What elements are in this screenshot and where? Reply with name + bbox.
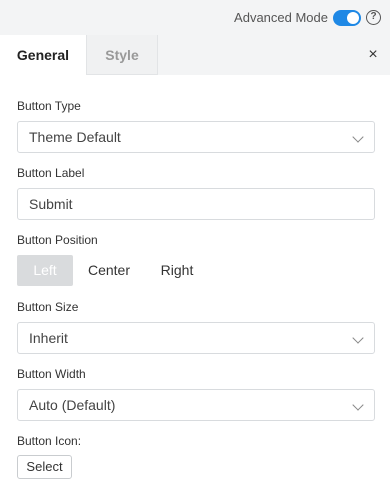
button-width-select[interactable]: Auto (Default) xyxy=(17,389,375,421)
button-width-label: Button Width xyxy=(17,367,86,381)
tab-style[interactable]: Style xyxy=(86,35,158,75)
toggle-knob xyxy=(347,12,359,24)
help-icon[interactable]: ? xyxy=(366,10,381,25)
button-type-select[interactable]: Theme Default xyxy=(17,121,375,153)
button-type-label: Button Type xyxy=(17,99,81,113)
button-size-value: Inherit xyxy=(29,330,68,346)
button-label-input[interactable]: Submit xyxy=(17,188,375,220)
position-right-button[interactable]: Right xyxy=(145,255,209,286)
position-center-button[interactable]: Center xyxy=(75,255,143,286)
button-position-label: Button Position xyxy=(17,233,98,247)
close-icon[interactable]: × xyxy=(363,46,383,64)
button-size-select[interactable]: Inherit xyxy=(17,322,375,354)
advanced-mode-label: Advanced Mode xyxy=(234,10,328,25)
button-type-value: Theme Default xyxy=(29,129,121,145)
button-label-value: Submit xyxy=(29,196,73,212)
button-label-label: Button Label xyxy=(17,166,85,180)
advanced-mode-toggle[interactable] xyxy=(333,10,361,26)
tab-general[interactable]: General xyxy=(0,35,86,75)
top-bar: Advanced Mode ? xyxy=(0,0,390,35)
chevron-down-icon xyxy=(352,332,364,344)
chevron-down-icon xyxy=(352,131,364,143)
chevron-down-icon xyxy=(352,399,364,411)
button-icon-label: Button Icon: xyxy=(17,434,82,448)
position-left-button[interactable]: Left xyxy=(17,255,73,286)
button-size-label: Button Size xyxy=(17,300,79,314)
select-icon-button[interactable]: Select xyxy=(17,455,72,479)
tab-bar: General Style xyxy=(0,35,390,75)
button-width-value: Auto (Default) xyxy=(29,397,116,413)
